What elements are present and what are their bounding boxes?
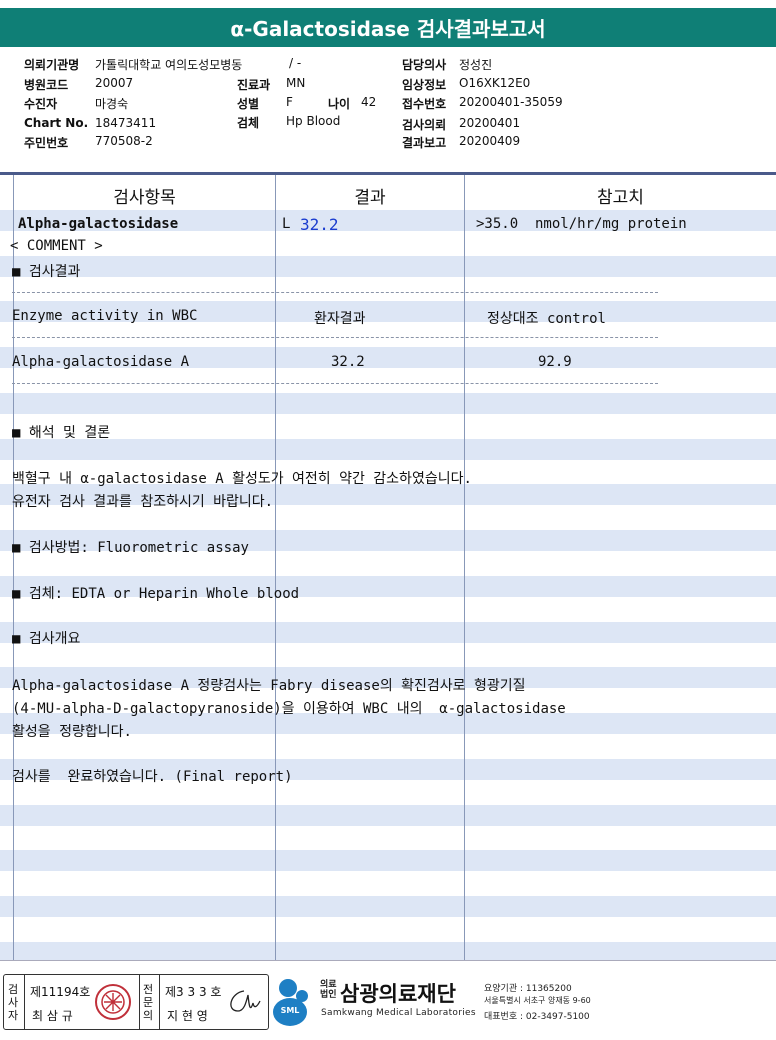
overview-line-3: 활성을 정량합니다. <box>12 724 132 740</box>
org-corp-label-1: 의료 <box>320 980 337 990</box>
sml-logo-text: SML <box>280 1006 300 1015</box>
signature-box: 검사자 제11194호 최 삼 규 전문의 제3 3 3 호 지 현 영 <box>3 974 269 1030</box>
inspector-name: 최 삼 규 <box>32 1009 73 1023</box>
institution-extra: / - <box>289 56 302 70</box>
dashed-rule <box>12 383 658 384</box>
signature-separator <box>139 975 140 1029</box>
clinical-value: O16XK12E0 <box>459 76 531 90</box>
row-stripe <box>0 439 776 460</box>
signature-icon <box>230 990 261 1012</box>
receipt-value: 20200401-35059 <box>459 95 563 109</box>
section-result-heading: ■ 검사결과 <box>12 264 81 280</box>
control-value: 92.9 <box>538 354 572 370</box>
official-seal-icon <box>95 984 131 1020</box>
result-flag: L <box>282 216 291 232</box>
report-title: α-Galactosidase 검사결과보고서 <box>0 8 776 47</box>
inspector-license: 제11194호 <box>30 985 91 999</box>
column-header-reference: 참고치 <box>597 188 644 208</box>
sex-label: 성별 <box>237 97 260 111</box>
org-name-en: Samkwang Medical Laboratories <box>321 1008 476 1018</box>
dept-label: 진료과 <box>237 78 271 92</box>
age-label: 나이 <box>328 97 351 111</box>
age-value: 42 <box>361 95 377 109</box>
enzyme-col-heading: Enzyme activity in WBC <box>12 308 198 324</box>
control-col-heading: 정상대조 control <box>487 311 606 327</box>
org-address: 서울특별시 서초구 양재동 9-60 <box>484 996 591 1005</box>
specialist-license: 제3 3 3 호 <box>165 985 222 999</box>
organization-block: SML 의료 법인 삼광의료재단 Samkwang Medical Labora… <box>270 972 600 1034</box>
report-footer: 검사자 제11194호 최 삼 규 전문의 제3 3 3 호 지 현 영 SML… <box>0 970 776 1036</box>
specimen-label: 검체 <box>237 116 260 130</box>
institution-value: 가톨릭대학교 여의도성모병동 <box>95 58 243 72</box>
doctor-label: 담당의사 <box>402 58 447 72</box>
result-date-label: 결과보고 <box>402 136 447 150</box>
doctor-value: 정성진 <box>459 58 493 72</box>
hospital-code-value: 20007 <box>95 76 134 90</box>
dashed-rule <box>12 292 658 293</box>
inspector-label: 검사자 <box>7 982 19 1022</box>
row-stripe <box>0 850 776 871</box>
column-header-result: 결과 <box>354 188 386 208</box>
test-item-name: Alpha-galactosidase <box>18 216 179 232</box>
chart-label: Chart No. <box>24 116 89 130</box>
sml-logo-icon <box>273 979 308 1026</box>
specimen-line: ■ 검체: EDTA or Heparin Whole blood <box>12 586 300 602</box>
comment-header: < COMMENT > <box>10 238 103 254</box>
dept-value: MN <box>286 76 306 90</box>
final-report-line: 검사를 완료하였습니다. (Final report) <box>12 769 293 785</box>
column-header-item: 검사항목 <box>113 188 176 208</box>
id-value: 770508-2 <box>95 134 153 148</box>
specialist-label: 전문의 <box>142 982 154 1022</box>
result-date-value: 20200409 <box>459 134 521 148</box>
row-stripe <box>0 896 776 917</box>
signature-separator <box>159 975 160 1029</box>
row-stripe <box>0 393 776 414</box>
specimen-value: Hp Blood <box>286 114 341 128</box>
patient-value: 마경숙 <box>95 97 129 111</box>
clinical-label: 임상정보 <box>402 78 447 92</box>
section-overview-heading: ■ 검사개요 <box>12 631 81 647</box>
institution-label: 의뢰기관명 <box>24 58 80 72</box>
row-stripe <box>0 805 776 826</box>
patient-value: 32.2 <box>331 354 365 370</box>
patient-col-heading: 환자결과 <box>314 311 366 327</box>
patient-label: 수진자 <box>24 97 58 111</box>
receipt-label: 접수번호 <box>402 97 447 111</box>
footer-divider <box>0 960 776 961</box>
org-corp-label-2: 법인 <box>320 990 337 1000</box>
section-interpretation-heading: ■ 해석 및 결론 <box>12 425 111 441</box>
result-value: 32.2 <box>300 215 339 234</box>
report-body: 검사항목 결과 참고치 Alpha-galactosidase L 32.2 >… <box>0 175 776 960</box>
row-stripe <box>0 942 776 960</box>
reference-range: >35.0 nmol/hr/mg protein <box>476 216 687 232</box>
dashed-rule <box>12 337 658 338</box>
request-value: 20200401 <box>459 116 521 130</box>
hospital-code-label: 병원코드 <box>24 78 69 92</box>
org-phone: 대표번호 : 02-3497-5100 <box>484 1012 590 1022</box>
enzyme-name: Alpha-galactosidase A <box>12 354 190 370</box>
signature-separator <box>24 975 25 1029</box>
id-label: 주민번호 <box>24 136 69 150</box>
specialist-name: 지 현 영 <box>167 1009 208 1023</box>
sex-value: F <box>286 95 293 109</box>
org-code: 요양기관 : 11365200 <box>484 984 572 994</box>
interpretation-line-2: 유전자 검사 결과를 참조하시기 바랍니다. <box>12 494 274 510</box>
overview-line-1: Alpha-galactosidase A 정량검사는 Fabry diseas… <box>12 678 526 694</box>
interpretation-line-1: 백혈구 내 α-galactosidase A 활성도가 여전히 약간 감소하였… <box>12 471 472 487</box>
org-name: 삼광의료재단 <box>340 982 456 1006</box>
request-label: 검사의뢰 <box>402 118 447 132</box>
chart-value: 18473411 <box>95 116 157 130</box>
patient-info-panel: 의뢰기관명 가톨릭대학교 여의도성모병동 / - 담당의사 정성진 병원코드 2… <box>0 52 776 167</box>
row-stripe <box>0 256 776 277</box>
overview-line-2: (4-MU-alpha-D-galactopyranoside)을 이용하여 W… <box>12 701 566 717</box>
row-stripe <box>0 622 776 643</box>
method-line: ■ 검사방법: Fluorometric assay <box>12 540 249 556</box>
